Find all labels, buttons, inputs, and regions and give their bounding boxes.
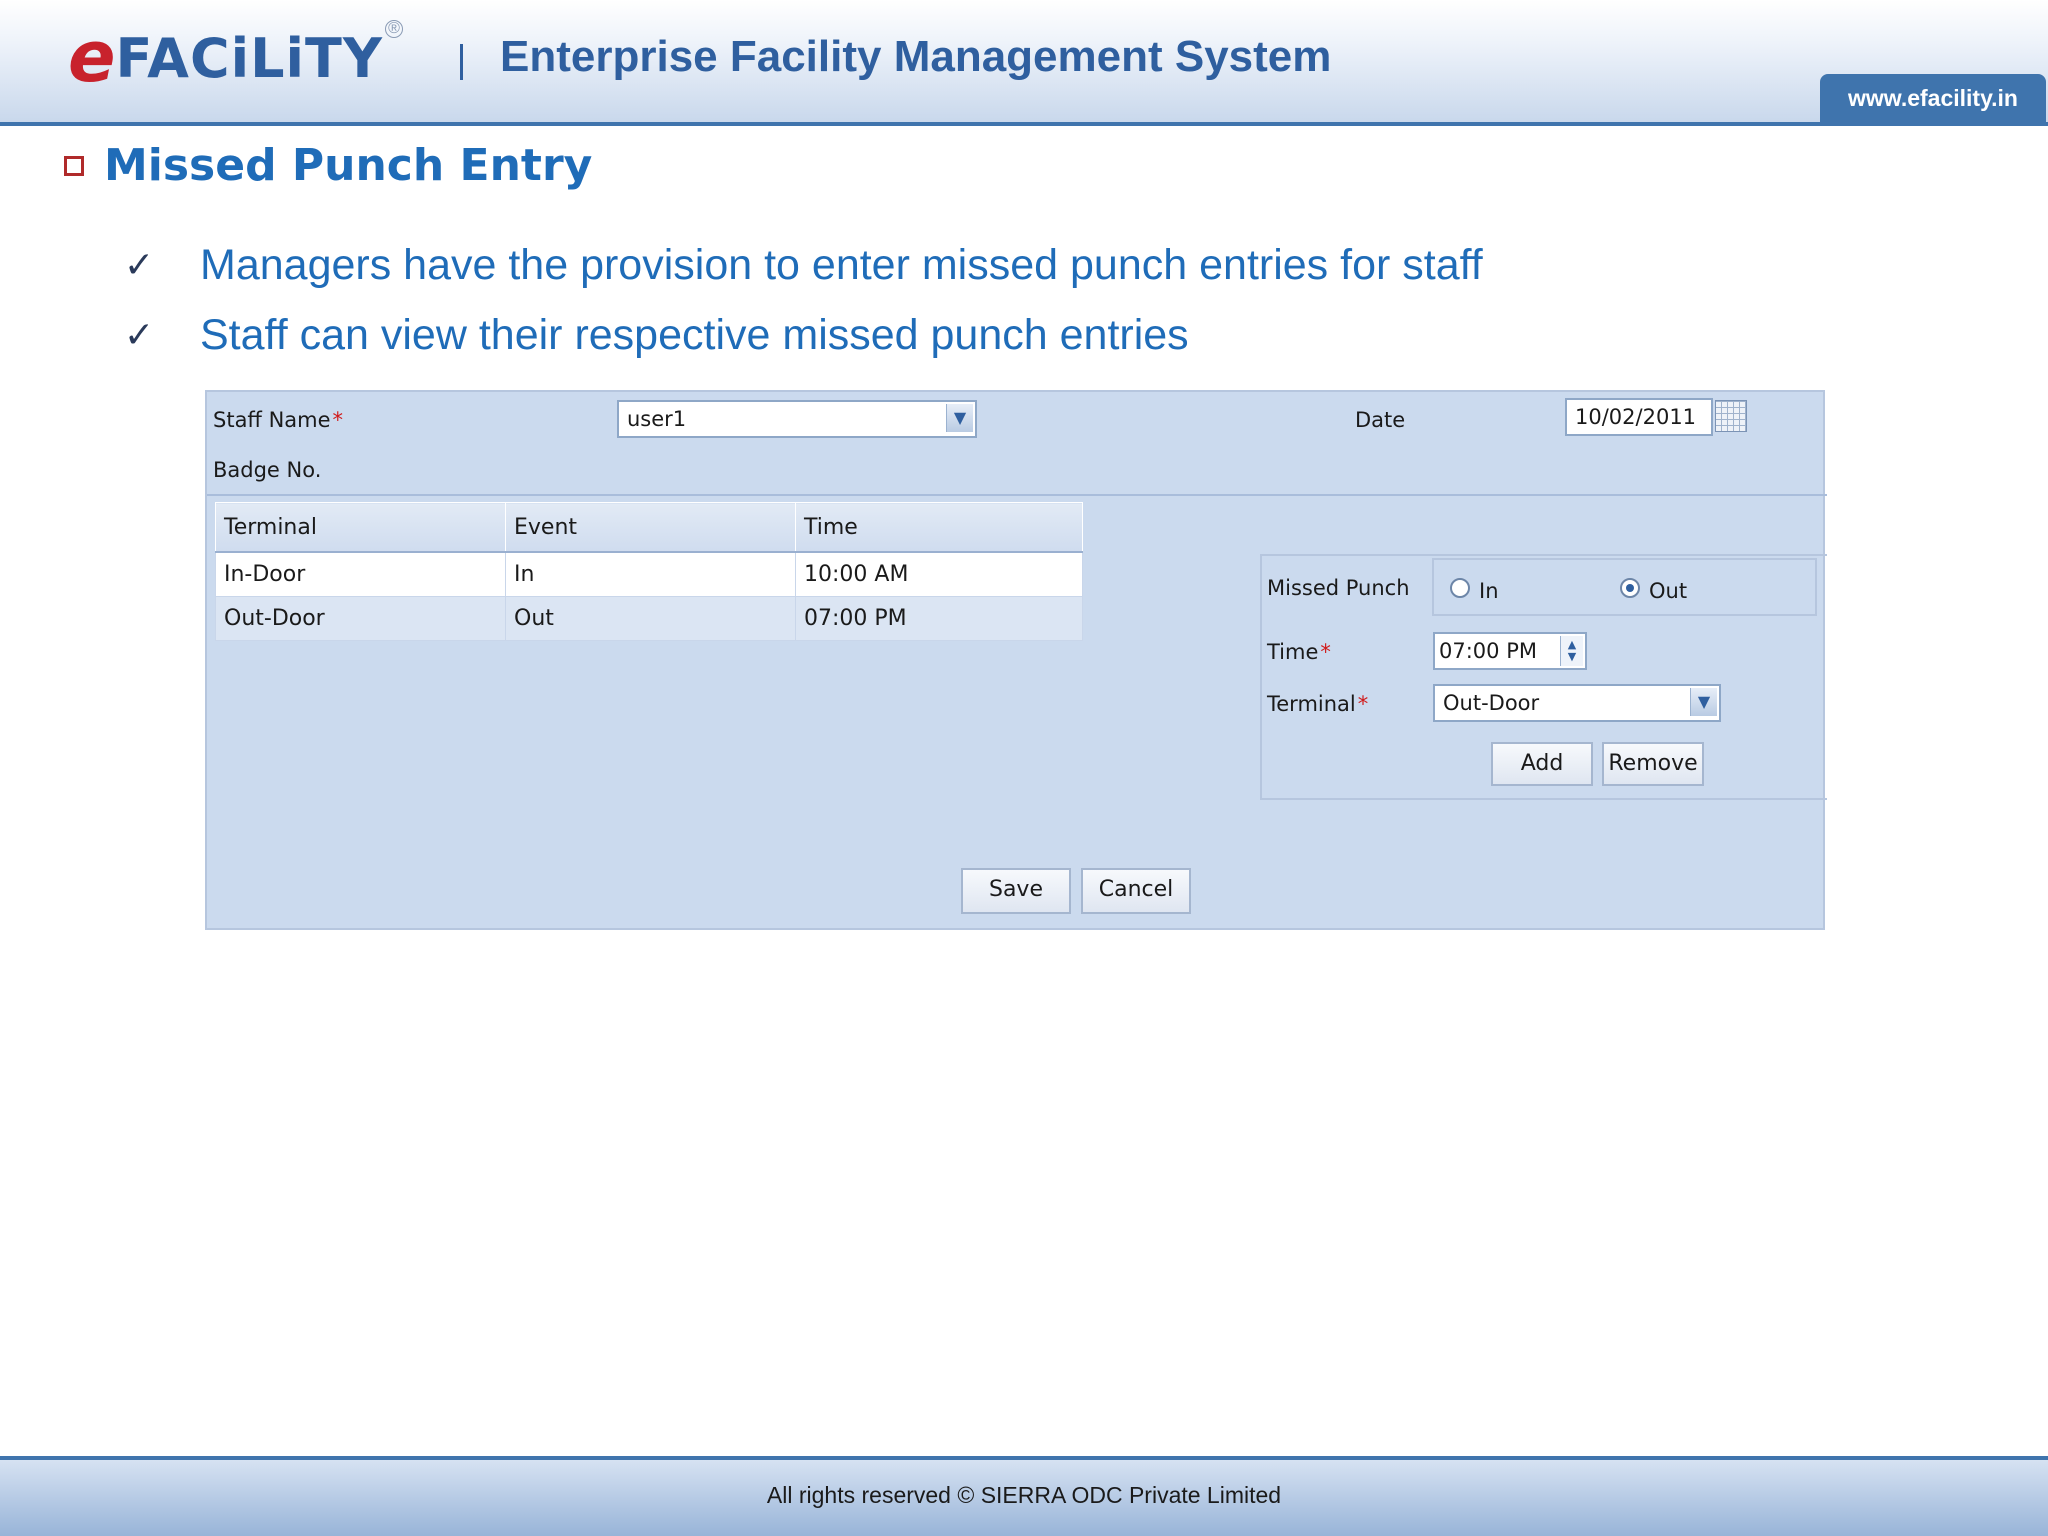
- bullet-list: ✓ Managers have the provision to enter m…: [124, 230, 1483, 370]
- cell-event: In: [505, 551, 796, 597]
- radio-in-label[interactable]: In: [1479, 579, 1499, 603]
- cell-event: Out: [505, 596, 796, 641]
- required-mark: *: [1320, 640, 1331, 664]
- system-title: Enterprise Facility Management System: [500, 32, 1332, 81]
- table-header-row: Terminal Event Time: [215, 502, 1083, 553]
- cell-terminal: In-Door: [215, 551, 506, 597]
- badge-no-label: Badge No.: [213, 458, 322, 482]
- time-value: 07:00 PM: [1439, 639, 1537, 663]
- checkmark-icon: ✓: [124, 314, 155, 355]
- bullet-text: Managers have the provision to enter mis…: [200, 240, 1483, 289]
- table-row[interactable]: In-Door In 10:00 AM: [215, 551, 1083, 597]
- efacility-logo: e FACiLiTY ®: [68, 16, 403, 98]
- add-button[interactable]: Add: [1491, 742, 1593, 786]
- website-tab: www.efacility.in: [1820, 74, 2046, 122]
- column-header-time[interactable]: Time: [795, 502, 1083, 553]
- spinner-arrows-icon[interactable]: ▲ ▼: [1560, 636, 1583, 666]
- bullet-text: Staff can view their respective missed p…: [200, 310, 1189, 359]
- divider: [207, 494, 1827, 496]
- header: e FACiLiTY ® Enterprise Facility Managem…: [0, 0, 2048, 122]
- punch-table: Terminal Event Time In-Door In 10:00 AM …: [215, 502, 1083, 641]
- calendar-icon[interactable]: [1715, 400, 1747, 432]
- required-mark: *: [1357, 692, 1369, 716]
- slide-heading: Missed Punch Entry: [64, 140, 592, 191]
- list-item: ✓ Staff can view their respective missed…: [124, 300, 1483, 370]
- page-title: Missed Punch Entry: [104, 140, 593, 191]
- chevron-down-icon[interactable]: ▼: [1690, 688, 1717, 716]
- radio-out-label[interactable]: Out: [1649, 579, 1687, 603]
- time-label: Time*: [1267, 640, 1331, 664]
- logo-text: FACiLiTY: [115, 27, 383, 90]
- missed-punch-label: Missed Punch: [1267, 576, 1410, 600]
- staff-name-value: user1: [627, 407, 687, 431]
- terminal-select[interactable]: Out-Door ▼: [1433, 684, 1721, 722]
- terminal-label: Terminal*: [1267, 692, 1369, 716]
- terminal-value: Out-Door: [1443, 691, 1540, 715]
- staff-name-select[interactable]: user1 ▼: [617, 400, 977, 438]
- cancel-button[interactable]: Cancel: [1081, 868, 1191, 914]
- checkmark-icon: ✓: [124, 244, 155, 285]
- time-stepper[interactable]: 07:00 PM ▲ ▼: [1433, 632, 1587, 670]
- column-header-event[interactable]: Event: [505, 502, 796, 553]
- save-button[interactable]: Save: [961, 868, 1071, 914]
- header-separator: [460, 44, 463, 80]
- copyright-text: All rights reserved © SIERRA ODC Private…: [766, 1482, 1282, 1508]
- date-label: Date: [1355, 408, 1406, 432]
- square-bullet-icon: [64, 155, 84, 176]
- remove-button[interactable]: Remove: [1602, 742, 1704, 786]
- registered-mark: ®: [384, 20, 403, 38]
- required-mark: *: [332, 408, 344, 432]
- cell-time: 10:00 AM: [795, 551, 1083, 597]
- cell-time: 07:00 PM: [795, 596, 1083, 641]
- column-header-terminal[interactable]: Terminal: [215, 502, 506, 553]
- table-row[interactable]: Out-Door Out 07:00 PM: [215, 596, 1083, 641]
- date-input[interactable]: 10/02/2011: [1565, 398, 1713, 436]
- cell-terminal: Out-Door: [215, 596, 506, 641]
- staff-name-label: Staff Name*: [213, 408, 344, 432]
- radio-out[interactable]: [1620, 578, 1640, 598]
- header-divider: [0, 122, 2048, 126]
- radio-in[interactable]: [1450, 578, 1470, 598]
- footer: All rights reserved © SIERRA ODC Private…: [0, 1460, 2048, 1536]
- list-item: ✓ Managers have the provision to enter m…: [124, 230, 1483, 300]
- date-value: 10/02/2011: [1575, 405, 1697, 429]
- missed-punch-form: Staff Name* user1 ▼ Date 10/02/2011 Badg…: [205, 390, 1827, 930]
- logo-e: e: [68, 16, 116, 98]
- chevron-down-icon[interactable]: ▼: [946, 404, 973, 432]
